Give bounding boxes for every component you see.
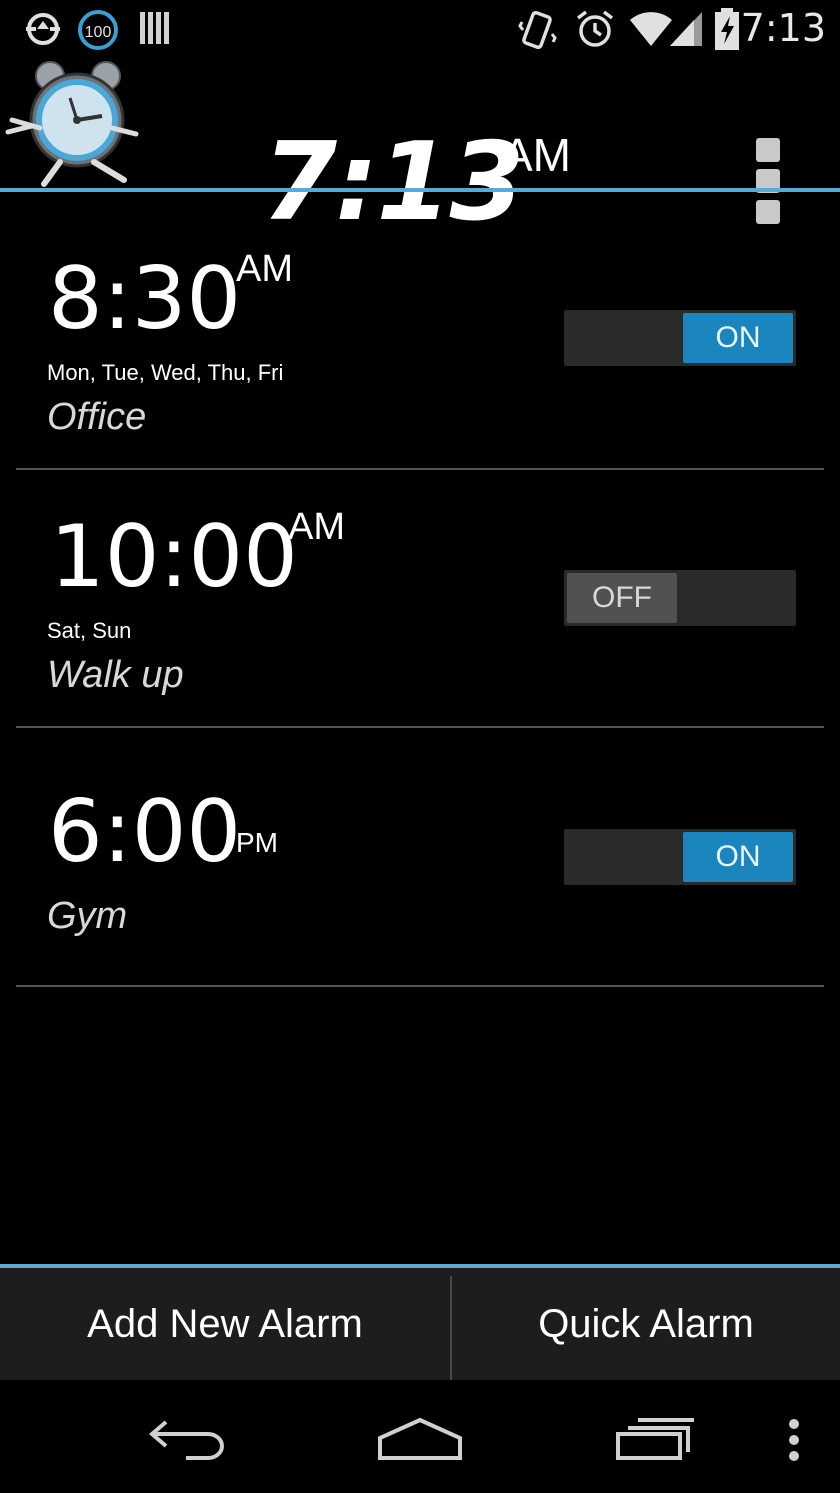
current-ampm: AM [502, 129, 571, 181]
alarm-icon [576, 10, 614, 47]
toggle-knob: OFF [567, 573, 677, 623]
alarm-time: 10:00 [50, 507, 298, 607]
home-icon[interactable] [376, 1414, 464, 1464]
alarm-days: Mon, Tue, Wed, Thu, Fri [47, 360, 284, 385]
signal-icon [670, 12, 702, 46]
running-alarm-clock-logo[interactable] [2, 58, 142, 188]
alarm-label: Office [47, 396, 147, 438]
nav-overflow-icon[interactable] [784, 1418, 804, 1464]
vibrate-icon [518, 10, 557, 50]
alarm-time: 6:00 [48, 782, 242, 882]
header-divider [0, 188, 840, 192]
alarm-toggle[interactable]: ON [564, 829, 796, 885]
battery-badge-icon: 100 [78, 10, 118, 50]
toggle-knob: ON [683, 832, 793, 882]
bottom-action-bar: Add New Alarm Quick Alarm [0, 1264, 840, 1380]
alarm-ampm: AM [288, 506, 345, 548]
toggle-knob: ON [683, 313, 793, 363]
alarm-toggle[interactable]: OFF [564, 570, 796, 626]
alarm-item[interactable]: 6:00 PM Gym ON [16, 727, 824, 987]
alarm-item[interactable]: 8:30 AM Mon, Tue, Wed, Thu, Fri Office O… [16, 210, 824, 470]
status-clock: 7:13 [740, 6, 826, 50]
alarm-time: 8:30 [48, 249, 242, 349]
alarm-ampm: AM [236, 248, 293, 290]
back-icon[interactable] [146, 1414, 230, 1462]
barcode-icon [140, 12, 169, 44]
sync-icon [26, 13, 60, 45]
app-header: 7:13 AM [0, 58, 840, 245]
alarm-toggle[interactable]: ON [564, 310, 796, 366]
recent-apps-icon[interactable] [612, 1416, 700, 1464]
battery-charging-icon [715, 8, 739, 50]
alarm-ampm: PM [236, 827, 278, 858]
quick-alarm-button[interactable]: Quick Alarm [452, 1268, 840, 1380]
add-new-alarm-button[interactable]: Add New Alarm [0, 1268, 450, 1380]
system-nav-bar [0, 1380, 840, 1493]
alarm-label: Walk up [47, 654, 184, 696]
alarm-days: Sat, Sun [47, 618, 132, 643]
status-bar: 100 7:13 [0, 0, 840, 58]
alarm-label: Gym [47, 895, 128, 937]
alarm-item[interactable]: 10:00 AM Sat, Sun Walk up OFF [16, 468, 824, 728]
svg-text:100: 100 [85, 24, 112, 41]
